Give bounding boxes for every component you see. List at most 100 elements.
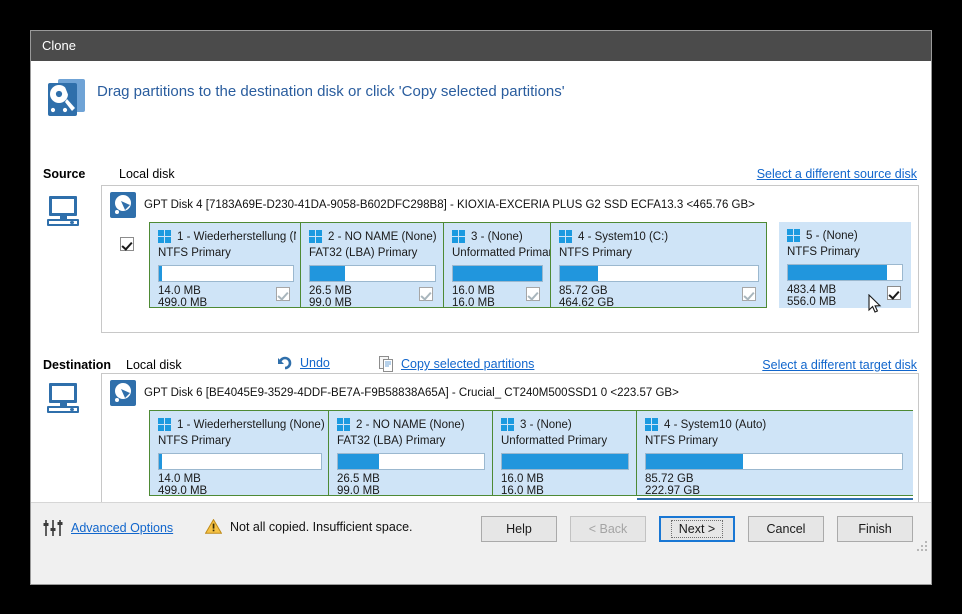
windows-logo-icon: [452, 230, 465, 243]
partition-used-size: 14.0 MB: [158, 285, 201, 297]
source-partition-1[interactable]: 1 - Wiederherstellung (Non NTFS Primary …: [149, 222, 301, 308]
partition-total-size: 499.0 MB: [158, 297, 208, 308]
partition-filesystem: FAT32 (LBA) Primary: [337, 435, 446, 447]
source-partition-2[interactable]: 2 - NO NAME (None) FAT32 (LBA) Primary 2…: [301, 222, 444, 308]
footer-bar: Advanced Options Not all copied. Insuffi…: [31, 502, 931, 554]
disk-clone-icon: [45, 77, 89, 117]
partition-filesystem: FAT32 (LBA) Primary: [309, 247, 418, 259]
windows-logo-icon: [559, 230, 572, 243]
source-disk-header: GPT Disk 4 [7183A69E-D230-41DA-9058-B602…: [110, 192, 755, 218]
partition-used-size: 16.0 MB: [501, 473, 544, 485]
source-type-label: Local disk: [119, 167, 175, 181]
partition-total-size: 464.62 GB: [559, 297, 614, 308]
undo-action[interactable]: Undo: [277, 356, 330, 370]
hard-disk-icon: [110, 192, 136, 218]
window-title: Clone: [42, 38, 76, 53]
windows-logo-icon: [158, 230, 171, 243]
windows-logo-icon: [787, 229, 800, 242]
partition-filesystem: NTFS Primary: [158, 435, 231, 447]
windows-logo-icon: [309, 230, 322, 243]
partition-usage-bar: [501, 453, 629, 470]
undo-icon: [277, 356, 293, 370]
partition-title: 1 - Wiederherstellung (Non: [158, 230, 296, 243]
partition-checkbox[interactable]: [526, 287, 540, 301]
advanced-options-action[interactable]: Advanced Options: [43, 519, 173, 537]
destination-partition-3[interactable]: 3 - (None) Unformatted Primary 16.0 MB 1…: [493, 410, 637, 496]
partition-filesystem: Unformatted Primary: [452, 247, 551, 259]
copy-icon: [379, 356, 394, 372]
next-button-label: Next >: [670, 520, 724, 538]
destination-partition-2[interactable]: 2 - NO NAME (None) FAT32 (LBA) Primary 2…: [329, 410, 493, 496]
back-button: < Back: [570, 516, 646, 542]
partition-filesystem: Unformatted Primary: [501, 435, 608, 447]
clone-window: Clone Drag partitions to the destination…: [30, 30, 932, 585]
window-titlebar: Clone: [31, 31, 931, 61]
partition-total-size: 99.0 MB: [309, 297, 352, 308]
partition-checkbox[interactable]: [887, 286, 901, 300]
partition-title-text: 3 - (None): [520, 418, 572, 431]
select-source-disk-link[interactable]: Select a different source disk: [757, 167, 917, 181]
partition-used-size: 85.72 GB: [559, 285, 608, 297]
windows-logo-icon: [645, 418, 658, 431]
partition-title: 3 - (None): [501, 418, 632, 431]
partition-title-text: 1 - Wiederherstellung (Non: [177, 230, 296, 243]
window-client-area: Drag partitions to the destination disk …: [31, 61, 931, 554]
partition-usage-bar: [645, 453, 903, 470]
source-computer-icon: [47, 196, 81, 226]
resize-grip[interactable]: [916, 539, 928, 551]
partition-title: 2 - NO NAME (None): [309, 230, 439, 243]
windows-logo-icon: [158, 418, 171, 431]
advanced-options-link[interactable]: Advanced Options: [71, 521, 173, 535]
undo-link[interactable]: Undo: [300, 356, 330, 370]
partition-usage-bar: [452, 265, 543, 282]
banner-instruction: Drag partitions to the destination disk …: [97, 83, 565, 100]
hard-disk-icon: [110, 380, 136, 406]
source-label: Source: [43, 167, 86, 181]
partition-used-size: 26.5 MB: [337, 473, 380, 485]
partition-filesystem: NTFS Primary: [787, 246, 860, 258]
partition-title-text: 2 - NO NAME (None): [356, 418, 465, 431]
partition-title-text: 1 - Wiederherstellung (None): [177, 418, 324, 431]
footer-buttons: Help < Back Next > Cancel Finish: [481, 516, 913, 542]
partition-checkbox[interactable]: [419, 287, 433, 301]
partition-title-text: 3 - (None): [471, 230, 523, 243]
source-disk-checkbox[interactable]: [120, 237, 134, 251]
partition-total-size: 99.0 MB: [337, 485, 380, 496]
partition-total-size: 222.97 GB: [645, 485, 700, 496]
partition-checkbox[interactable]: [742, 287, 756, 301]
source-partition-4[interactable]: 4 - System10 (C:) NTFS Primary 85.72 GB …: [551, 222, 767, 308]
help-button[interactable]: Help: [481, 516, 557, 542]
partition-usage-bar: [337, 453, 485, 470]
partition-total-size: 16.0 MB: [501, 485, 544, 496]
partition-filesystem: NTFS Primary: [645, 435, 718, 447]
partition-usage-bar: [158, 265, 294, 282]
partition-usage-bar: [158, 453, 322, 470]
destination-disk-panel: GPT Disk 6 [BE4045E9-3529-4DDF-BE7A-F9B5…: [101, 373, 919, 517]
destination-computer-icon: [47, 383, 81, 413]
cancel-button[interactable]: Cancel: [748, 516, 824, 542]
select-target-disk-link[interactable]: Select a different target disk: [762, 358, 917, 372]
source-partition-5[interactable]: 5 - (None) NTFS Primary 483.4 MB 556.0 M…: [779, 222, 911, 308]
destination-partition-1[interactable]: 1 - Wiederherstellung (None) NTFS Primar…: [149, 410, 329, 496]
finish-button[interactable]: Finish: [837, 516, 913, 542]
partition-title-text: 5 - (None): [806, 229, 858, 242]
partition-used-size: 85.72 GB: [645, 473, 694, 485]
partition-checkbox[interactable]: [276, 287, 290, 301]
destination-type-label: Local disk: [126, 358, 182, 372]
partition-used-size: 14.0 MB: [158, 473, 201, 485]
destination-label: Destination: [43, 358, 112, 372]
destination-partition-strip: 1 - Wiederherstellung (None) NTFS Primar…: [149, 410, 913, 500]
destination-disk-header-text: GPT Disk 6 [BE4045E9-3529-4DDF-BE7A-F9B5…: [144, 387, 679, 399]
destination-partition-4[interactable]: 4 - System10 (Auto) NTFS Primary 85.72 G…: [637, 410, 913, 496]
partition-title: 2 - NO NAME (None): [337, 418, 488, 431]
copy-selected-partitions-action[interactable]: Copy selected partitions: [379, 356, 534, 372]
source-disk-panel: GPT Disk 4 [7183A69E-D230-41DA-9058-B602…: [101, 185, 919, 333]
partition-usage-bar: [559, 265, 759, 282]
source-partition-3[interactable]: 3 - (None) Unformatted Primary 16.0 MB 1…: [444, 222, 551, 308]
windows-logo-icon: [337, 418, 350, 431]
partition-title: 3 - (None): [452, 230, 546, 243]
copy-selected-partitions-link[interactable]: Copy selected partitions: [401, 357, 534, 371]
status-message: Not all copied. Insufficient space.: [204, 518, 413, 534]
next-button[interactable]: Next >: [659, 516, 735, 542]
partition-title-text: 2 - NO NAME (None): [328, 230, 437, 243]
